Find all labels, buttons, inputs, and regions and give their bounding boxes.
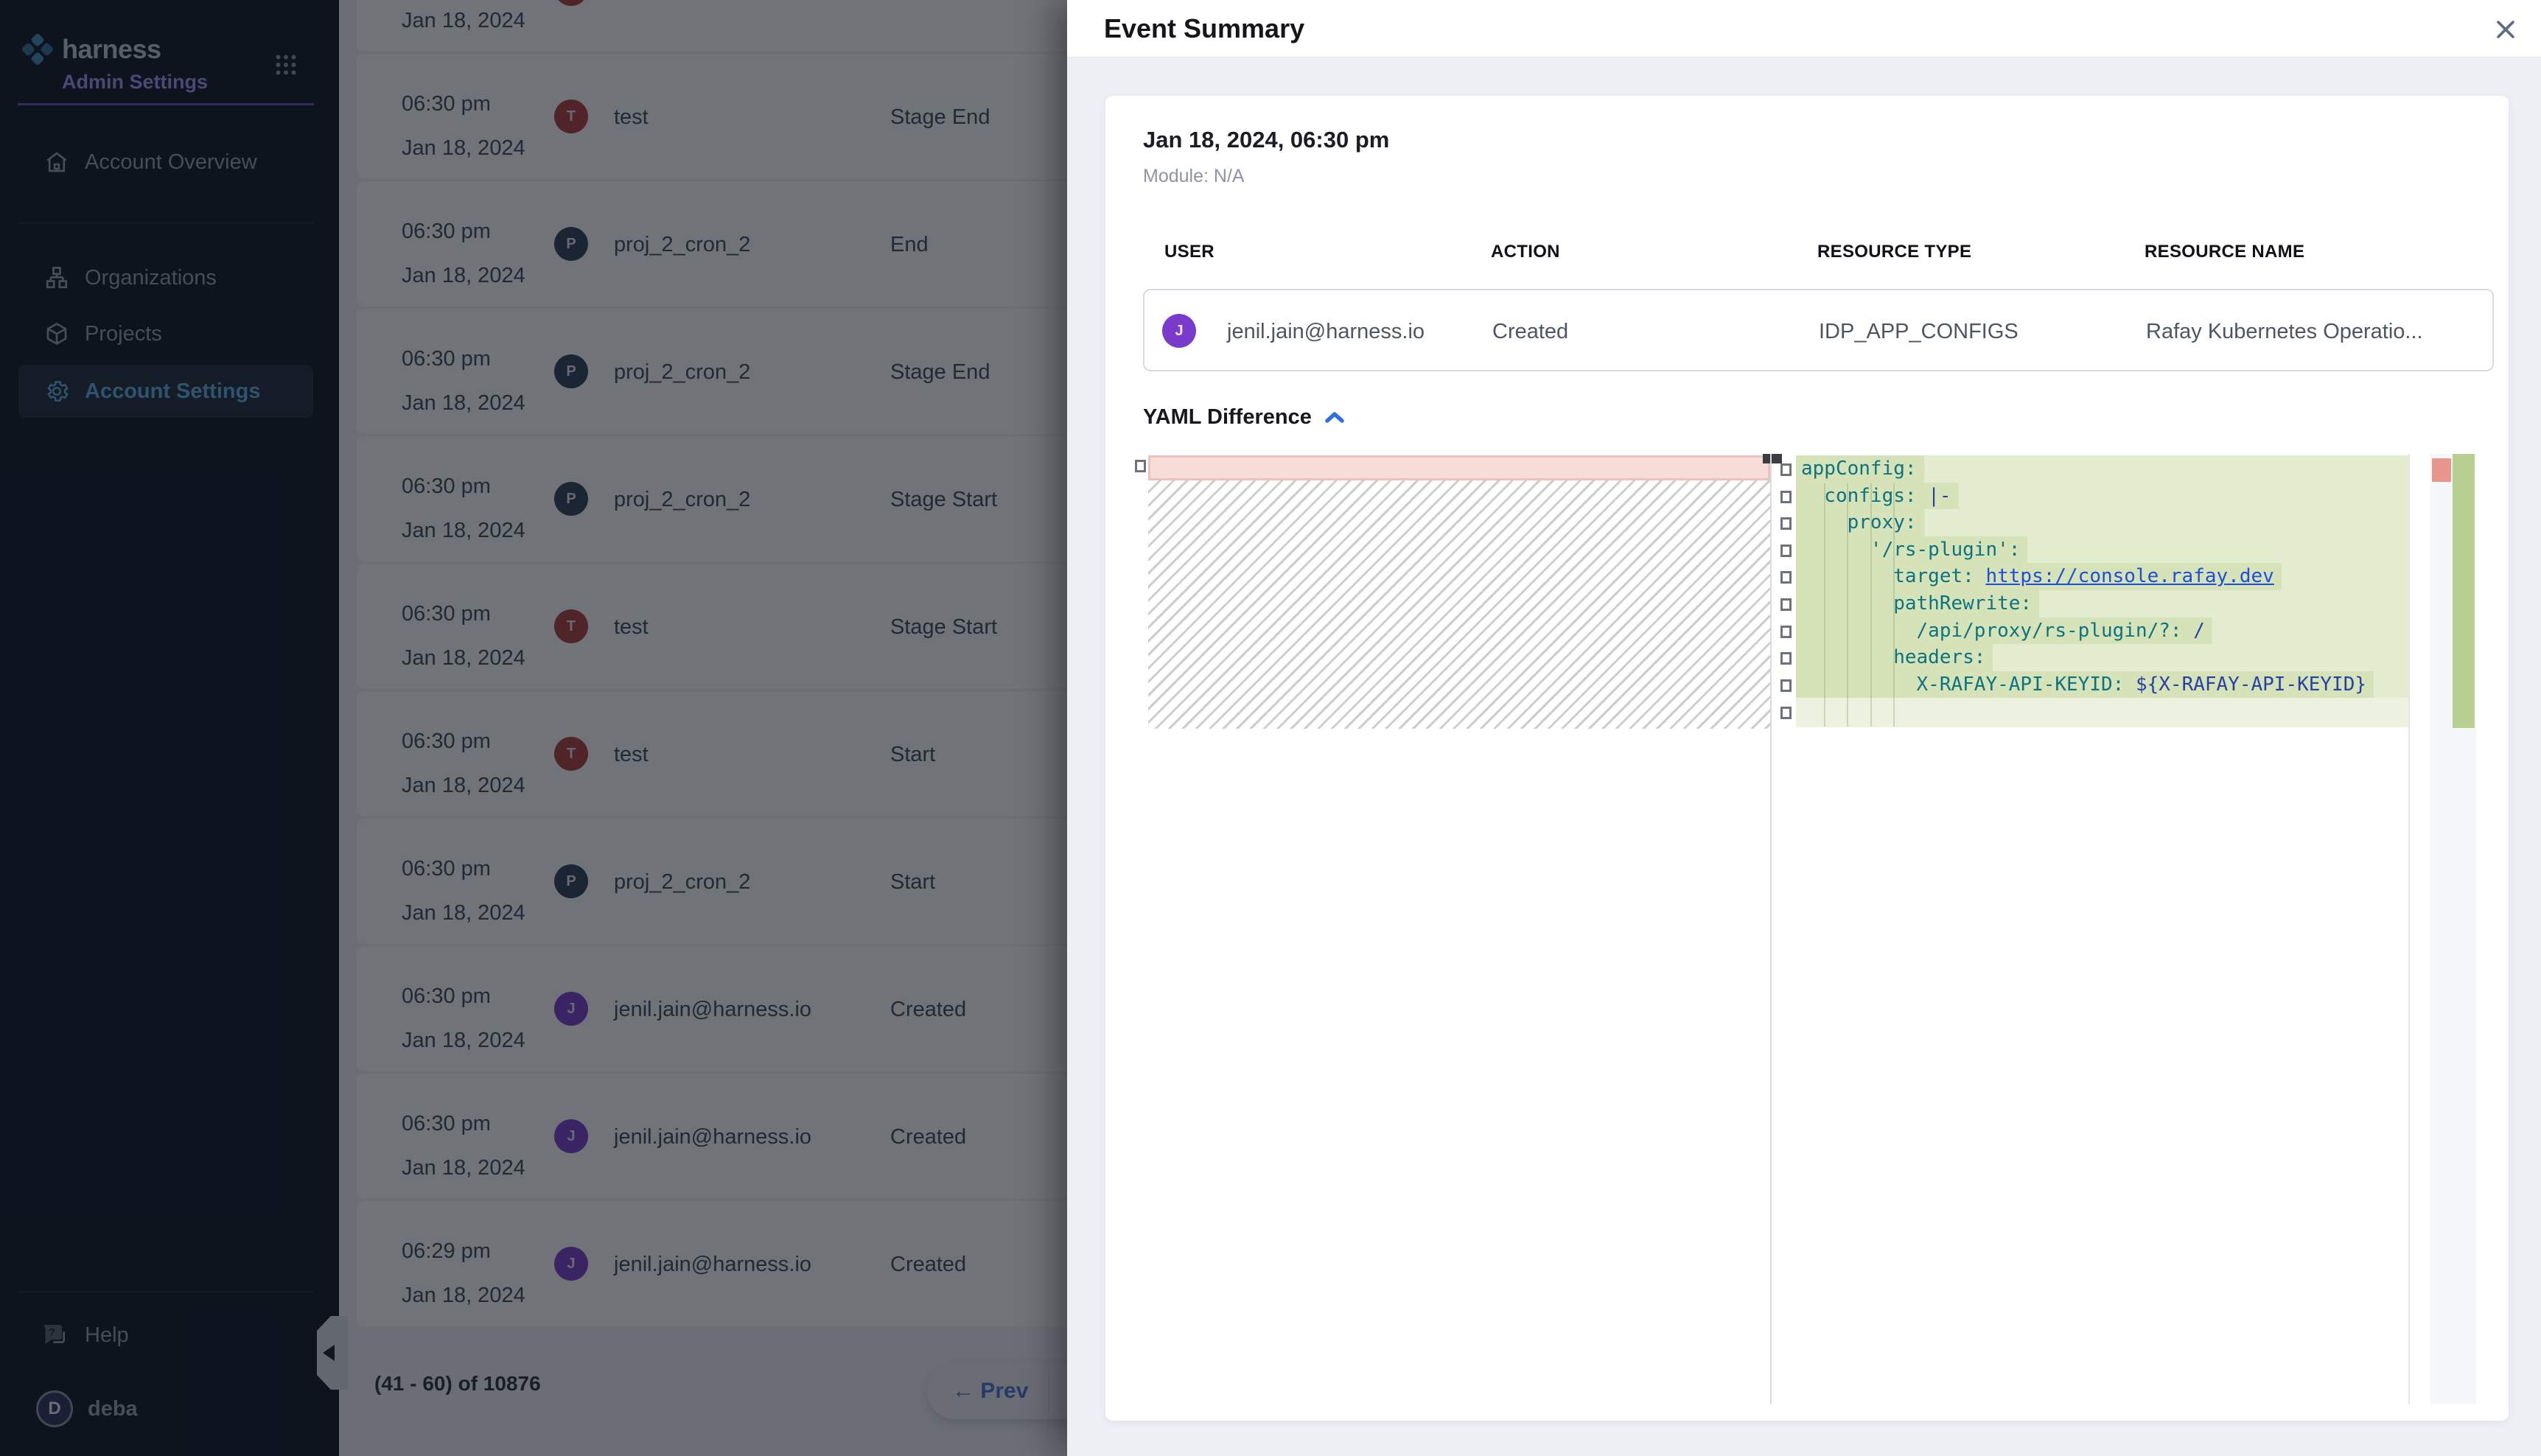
diff-marker-box[interactable] <box>1135 460 1146 472</box>
column-header-action: ACTION <box>1491 242 1560 262</box>
cell-user: jenil.jain@harness.io <box>1227 320 1425 344</box>
diff-marker-box[interactable] <box>1780 517 1792 530</box>
code-line: X-RAFAY-API-KEYID: ${X-RAFAY-API-KEYID} <box>1796 671 2408 699</box>
yaml-difference-label: YAML Difference <box>1143 405 1312 430</box>
diff-removed-line <box>1148 455 1770 480</box>
close-icon <box>2493 17 2518 42</box>
yaml-diff-editor[interactable]: appConfig: configs: |- proxy: '/rs-plugi… <box>1132 454 2476 1404</box>
code-line: configs: |- <box>1796 483 2408 510</box>
editor-right-border <box>2408 454 2410 1404</box>
code-line: proxy: <box>1796 509 2408 536</box>
diff-marker-box[interactable] <box>1780 571 1792 584</box>
avatar: J <box>1162 314 1196 348</box>
diff-marker-box[interactable] <box>1780 598 1792 611</box>
app-screen: harness Admin Settings Account Overview … <box>0 0 2541 1456</box>
diff-added-tail <box>1796 698 2408 727</box>
drawer-header: Event Summary <box>1067 0 2541 57</box>
chevron-up-icon <box>1324 409 1346 427</box>
cell-resource-name: Rafay Kubernetes Operatio... <box>2146 320 2423 344</box>
diff-marker-box[interactable] <box>1780 679 1792 692</box>
close-button[interactable] <box>2489 13 2522 46</box>
table-row: J jenil.jain@harness.io Created IDP_APP_… <box>1143 289 2494 371</box>
drawer-title: Event Summary <box>1104 13 1304 44</box>
code-line: '/rs-plugin': <box>1796 536 2408 564</box>
diff-marker-box[interactable] <box>1780 545 1792 557</box>
event-datetime: Jan 18, 2024, 06:30 pm <box>1143 127 1389 153</box>
column-header-user: USER <box>1164 242 1214 262</box>
diff-marker-box[interactable] <box>1780 463 1792 476</box>
diff-overview-ruler[interactable] <box>2430 454 2476 1404</box>
yaml-added-code: appConfig: configs: |- proxy: '/rs-plugi… <box>1796 455 2408 727</box>
diff-marker-box[interactable] <box>1780 652 1792 665</box>
diff-marker-box[interactable] <box>1780 491 1792 503</box>
ruler-removed-marker <box>2432 458 2451 482</box>
diff-marker-box[interactable] <box>1780 626 1792 638</box>
cell-action: Created <box>1492 320 1568 344</box>
diff-empty-region <box>1148 480 1770 729</box>
column-header-resource-type: RESOURCE TYPE <box>1817 242 1971 262</box>
cell-resource-type: IDP_APP_CONFIGS <box>1819 320 2019 344</box>
code-line: appConfig: <box>1796 455 2408 483</box>
column-header-resource-name: RESOURCE NAME <box>2145 242 2304 262</box>
diff-marker-box[interactable] <box>1780 707 1792 719</box>
code-line: pathRewrite: <box>1796 590 2408 617</box>
ruler-added-marker <box>2453 454 2475 728</box>
diff-split-handle[interactable] <box>1763 454 1782 463</box>
code-link[interactable]: https://console.rafay.dev <box>1985 565 2273 587</box>
event-summary-card: Jan 18, 2024, 06:30 pm Module: N/A USER … <box>1105 96 2509 1421</box>
yaml-difference-toggle[interactable]: YAML Difference <box>1143 405 1346 430</box>
event-summary-drawer: Event Summary Jan 18, 2024, 06:30 pm Mod… <box>1067 0 2541 1456</box>
code-line: /api/proxy/rs-plugin/?: / <box>1796 617 2408 645</box>
code-line: headers: <box>1796 644 2408 671</box>
code-line: target: https://console.rafay.dev <box>1796 563 2408 590</box>
event-module: Module: N/A <box>1143 166 1245 187</box>
diff-pane-divider <box>1770 454 1772 1404</box>
